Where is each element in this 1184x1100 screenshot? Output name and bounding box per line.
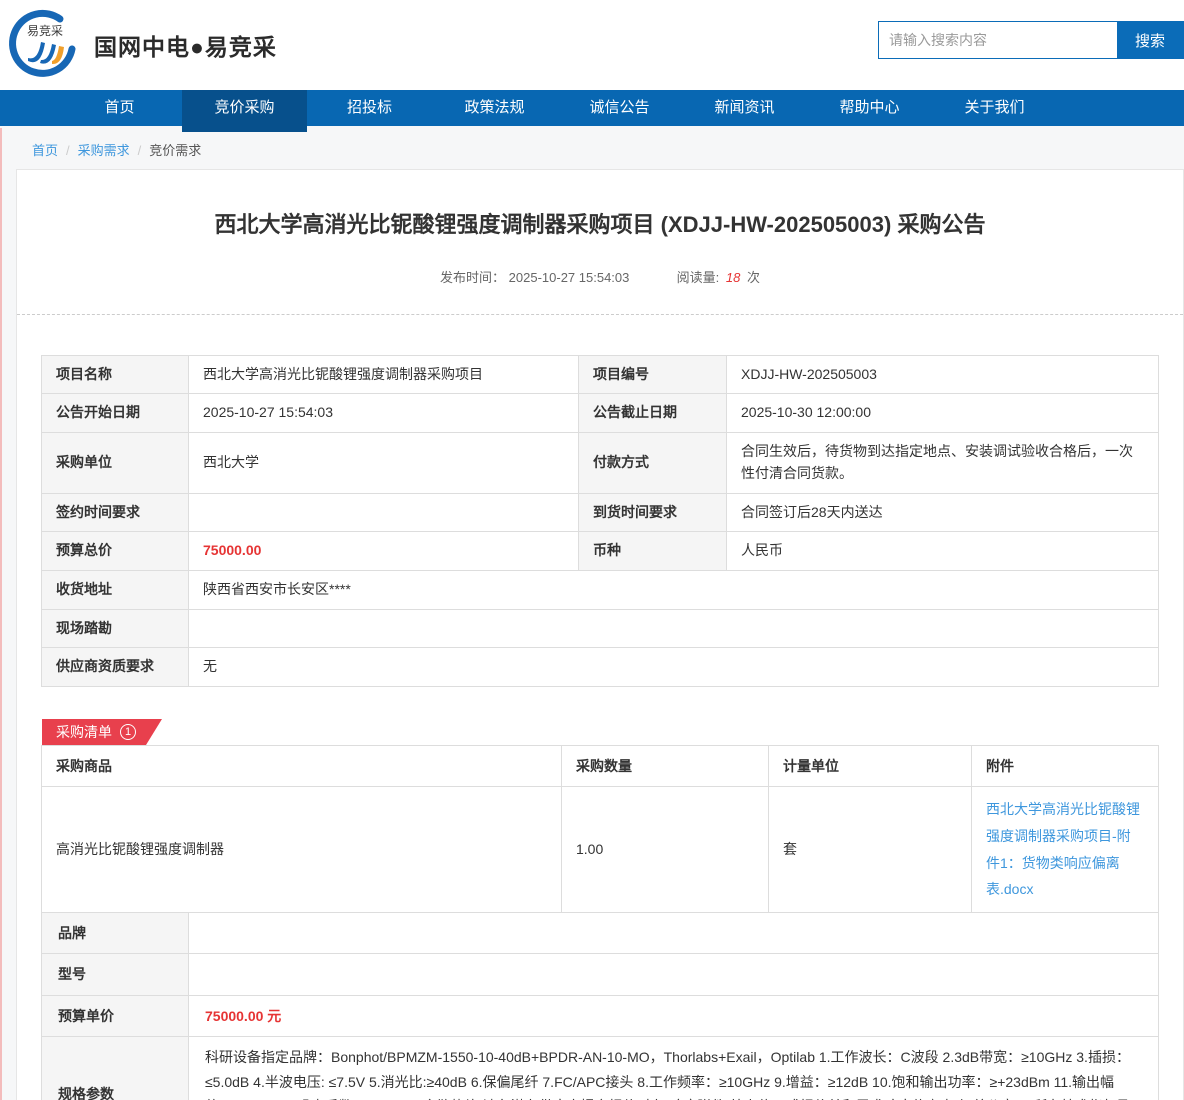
purchase-items-table: 采购商品 采购数量 计量单位 附件 高消光比铌酸锂强度调制器 1.00 套 西北… [41,745,1159,913]
info-label: 采购单位 [42,433,189,493]
table-row: 供应商资质要求 无 [42,648,1159,687]
site-header: 易竞采 国网中电●易竞采 搜索 [0,0,1184,90]
brand-logo[interactable]: 易竞采 [8,9,80,81]
svg-text:易竞采: 易竞采 [27,24,63,38]
breadcrumb-separator: / [66,143,70,158]
detail-label: 规格参数 [42,1037,189,1100]
views-label: 阅读量: [677,270,720,285]
info-label: 预算总价 [42,532,189,571]
table-row: 采购单位 西北大学 付款方式 合同生效后，待货物到达指定地点、安装调试验收合格后… [42,433,1159,493]
publish-time-label: 发布时间： [440,270,505,285]
search-box: 搜索 [878,21,1184,59]
info-value: 2025-10-30 12:00:00 [727,394,1159,433]
info-value: 合同生效后，待货物到达指定地点、安装调试验收合格后，一次性付清合同货款。 [727,433,1159,493]
budget-total-value: 75000.00 [189,532,579,571]
info-value: 合同签订后28天内送达 [727,493,1159,532]
info-label: 公告截止日期 [579,394,727,433]
brand-value [189,912,1159,954]
info-label: 币种 [579,532,727,571]
product-detail-table: 品牌 型号 预算单价 75000.00 元 规格参数 科研设备指定品牌：Bonp… [41,912,1159,1100]
detail-label: 型号 [42,954,189,996]
purchase-list-count-badge: 1 [120,724,136,740]
info-value: 西北大学高消光比铌酸锂强度调制器采购项目 [189,355,579,394]
info-label: 收货地址 [42,570,189,609]
section-divider [17,314,1183,315]
detail-label: 品牌 [42,912,189,954]
views-unit: 次 [747,270,760,285]
table-row: 品牌 [42,912,1159,954]
info-value: 2025-10-27 15:54:03 [189,394,579,433]
table-row: 现场踏勘 [42,609,1159,648]
model-value [189,954,1159,996]
info-value [189,493,579,532]
detail-label: 预算单价 [42,995,189,1037]
table-row: 项目名称 西北大学高消光比铌酸锂强度调制器采购项目 项目编号 XDJJ-HW-2… [42,355,1159,394]
publish-meta: 发布时间： 2025-10-27 15:54:03 阅读量: 18 次 [17,241,1183,314]
main-nav: 首页 竞价采购 招投标 政策法规 诚信公告 新闻资讯 帮助中心 关于我们 [0,90,1184,126]
purchase-list-tab-label: 采购清单 [56,722,112,742]
attachment-link[interactable]: 西北大学高消光比铌酸锂强度调制器采购项目-附件1：货物类响应偏离表.docx [986,801,1140,897]
table-row: 预算总价 75000.00 币种 人民币 [42,532,1159,571]
info-value: 人民币 [727,532,1159,571]
table-row: 规格参数 科研设备指定品牌：Bonphot/BPMZM-1550-10-40dB… [42,1037,1159,1100]
column-header-unit: 计量单位 [769,745,972,786]
info-value [189,609,1159,648]
nav-item-tender[interactable]: 招投标 [307,90,432,126]
table-row: 型号 [42,954,1159,996]
table-row: 收货地址 陕西省西安市长安区**** [42,570,1159,609]
brand-logo-icon: 易竞采 [8,9,80,81]
info-label: 项目编号 [579,355,727,394]
table-row: 预算单价 75000.00 元 [42,995,1159,1037]
breadcrumb: 首页 / 采购需求 / 竞价需求 [0,126,1184,169]
breadcrumb-purchase-demand[interactable]: 采购需求 [78,143,130,158]
table-header-row: 采购商品 采购数量 计量单位 附件 [42,745,1159,786]
breadcrumb-current: 竞价需求 [149,143,201,158]
product-name: 高消光比铌酸锂强度调制器 [42,787,562,912]
breadcrumb-home[interactable]: 首页 [32,143,58,158]
table-row: 公告开始日期 2025-10-27 15:54:03 公告截止日期 2025-1… [42,394,1159,433]
nav-item-policy[interactable]: 政策法规 [432,90,557,126]
info-label: 付款方式 [579,433,727,493]
breadcrumb-separator: / [138,143,142,158]
page-title: 西北大学高消光比铌酸锂强度调制器采购项目 (XDJJ-HW-202505003)… [17,170,1183,241]
info-label: 公告开始日期 [42,394,189,433]
info-value: 西北大学 [189,433,579,493]
nav-item-about[interactable]: 关于我们 [932,90,1057,126]
info-label: 到货时间要求 [579,493,727,532]
info-value: 陕西省西安市长安区**** [189,570,1159,609]
project-info-table: 项目名称 西北大学高消光比铌酸锂强度调制器采购项目 项目编号 XDJJ-HW-2… [41,355,1159,687]
nav-item-news[interactable]: 新闻资讯 [682,90,807,126]
info-value: 无 [189,648,1159,687]
tab-purchase-list[interactable]: 采购清单 1 [42,719,162,745]
left-edge-line [0,128,2,1100]
product-quantity: 1.00 [562,787,769,912]
search-input[interactable] [879,22,1117,58]
nav-item-home[interactable]: 首页 [57,90,182,126]
publish-time-value: 2025-10-27 15:54:03 [509,270,630,285]
nav-item-integrity[interactable]: 诚信公告 [557,90,682,126]
table-row: 签约时间要求 到货时间要求 合同签订后28天内送达 [42,493,1159,532]
info-label: 项目名称 [42,355,189,394]
column-header-quantity: 采购数量 [562,745,769,786]
announcement-card: 西北大学高消光比铌酸锂强度调制器采购项目 (XDJJ-HW-202505003)… [16,169,1184,1100]
spec-params-value: 科研设备指定品牌：Bonphot/BPMZM-1550-10-40dB+BPDR… [189,1037,1159,1100]
views-count: 18 [726,270,740,285]
unit-price-value: 75000.00 元 [189,995,1159,1037]
product-unit: 套 [769,787,972,912]
purchase-list-tab-row: 采购清单 1 [42,719,1183,745]
info-label: 现场踏勘 [42,609,189,648]
brand-title: 国网中电●易竞采 [94,28,277,62]
search-button[interactable]: 搜索 [1117,22,1183,58]
info-label: 供应商资质要求 [42,648,189,687]
table-row: 高消光比铌酸锂强度调制器 1.00 套 西北大学高消光比铌酸锂强度调制器采购项目… [42,787,1159,912]
nav-item-bidding-purchase[interactable]: 竞价采购 [182,90,307,132]
nav-item-help[interactable]: 帮助中心 [807,90,932,126]
column-header-product: 采购商品 [42,745,562,786]
info-label: 签约时间要求 [42,493,189,532]
info-value: XDJJ-HW-202505003 [727,355,1159,394]
column-header-attachment: 附件 [972,745,1159,786]
